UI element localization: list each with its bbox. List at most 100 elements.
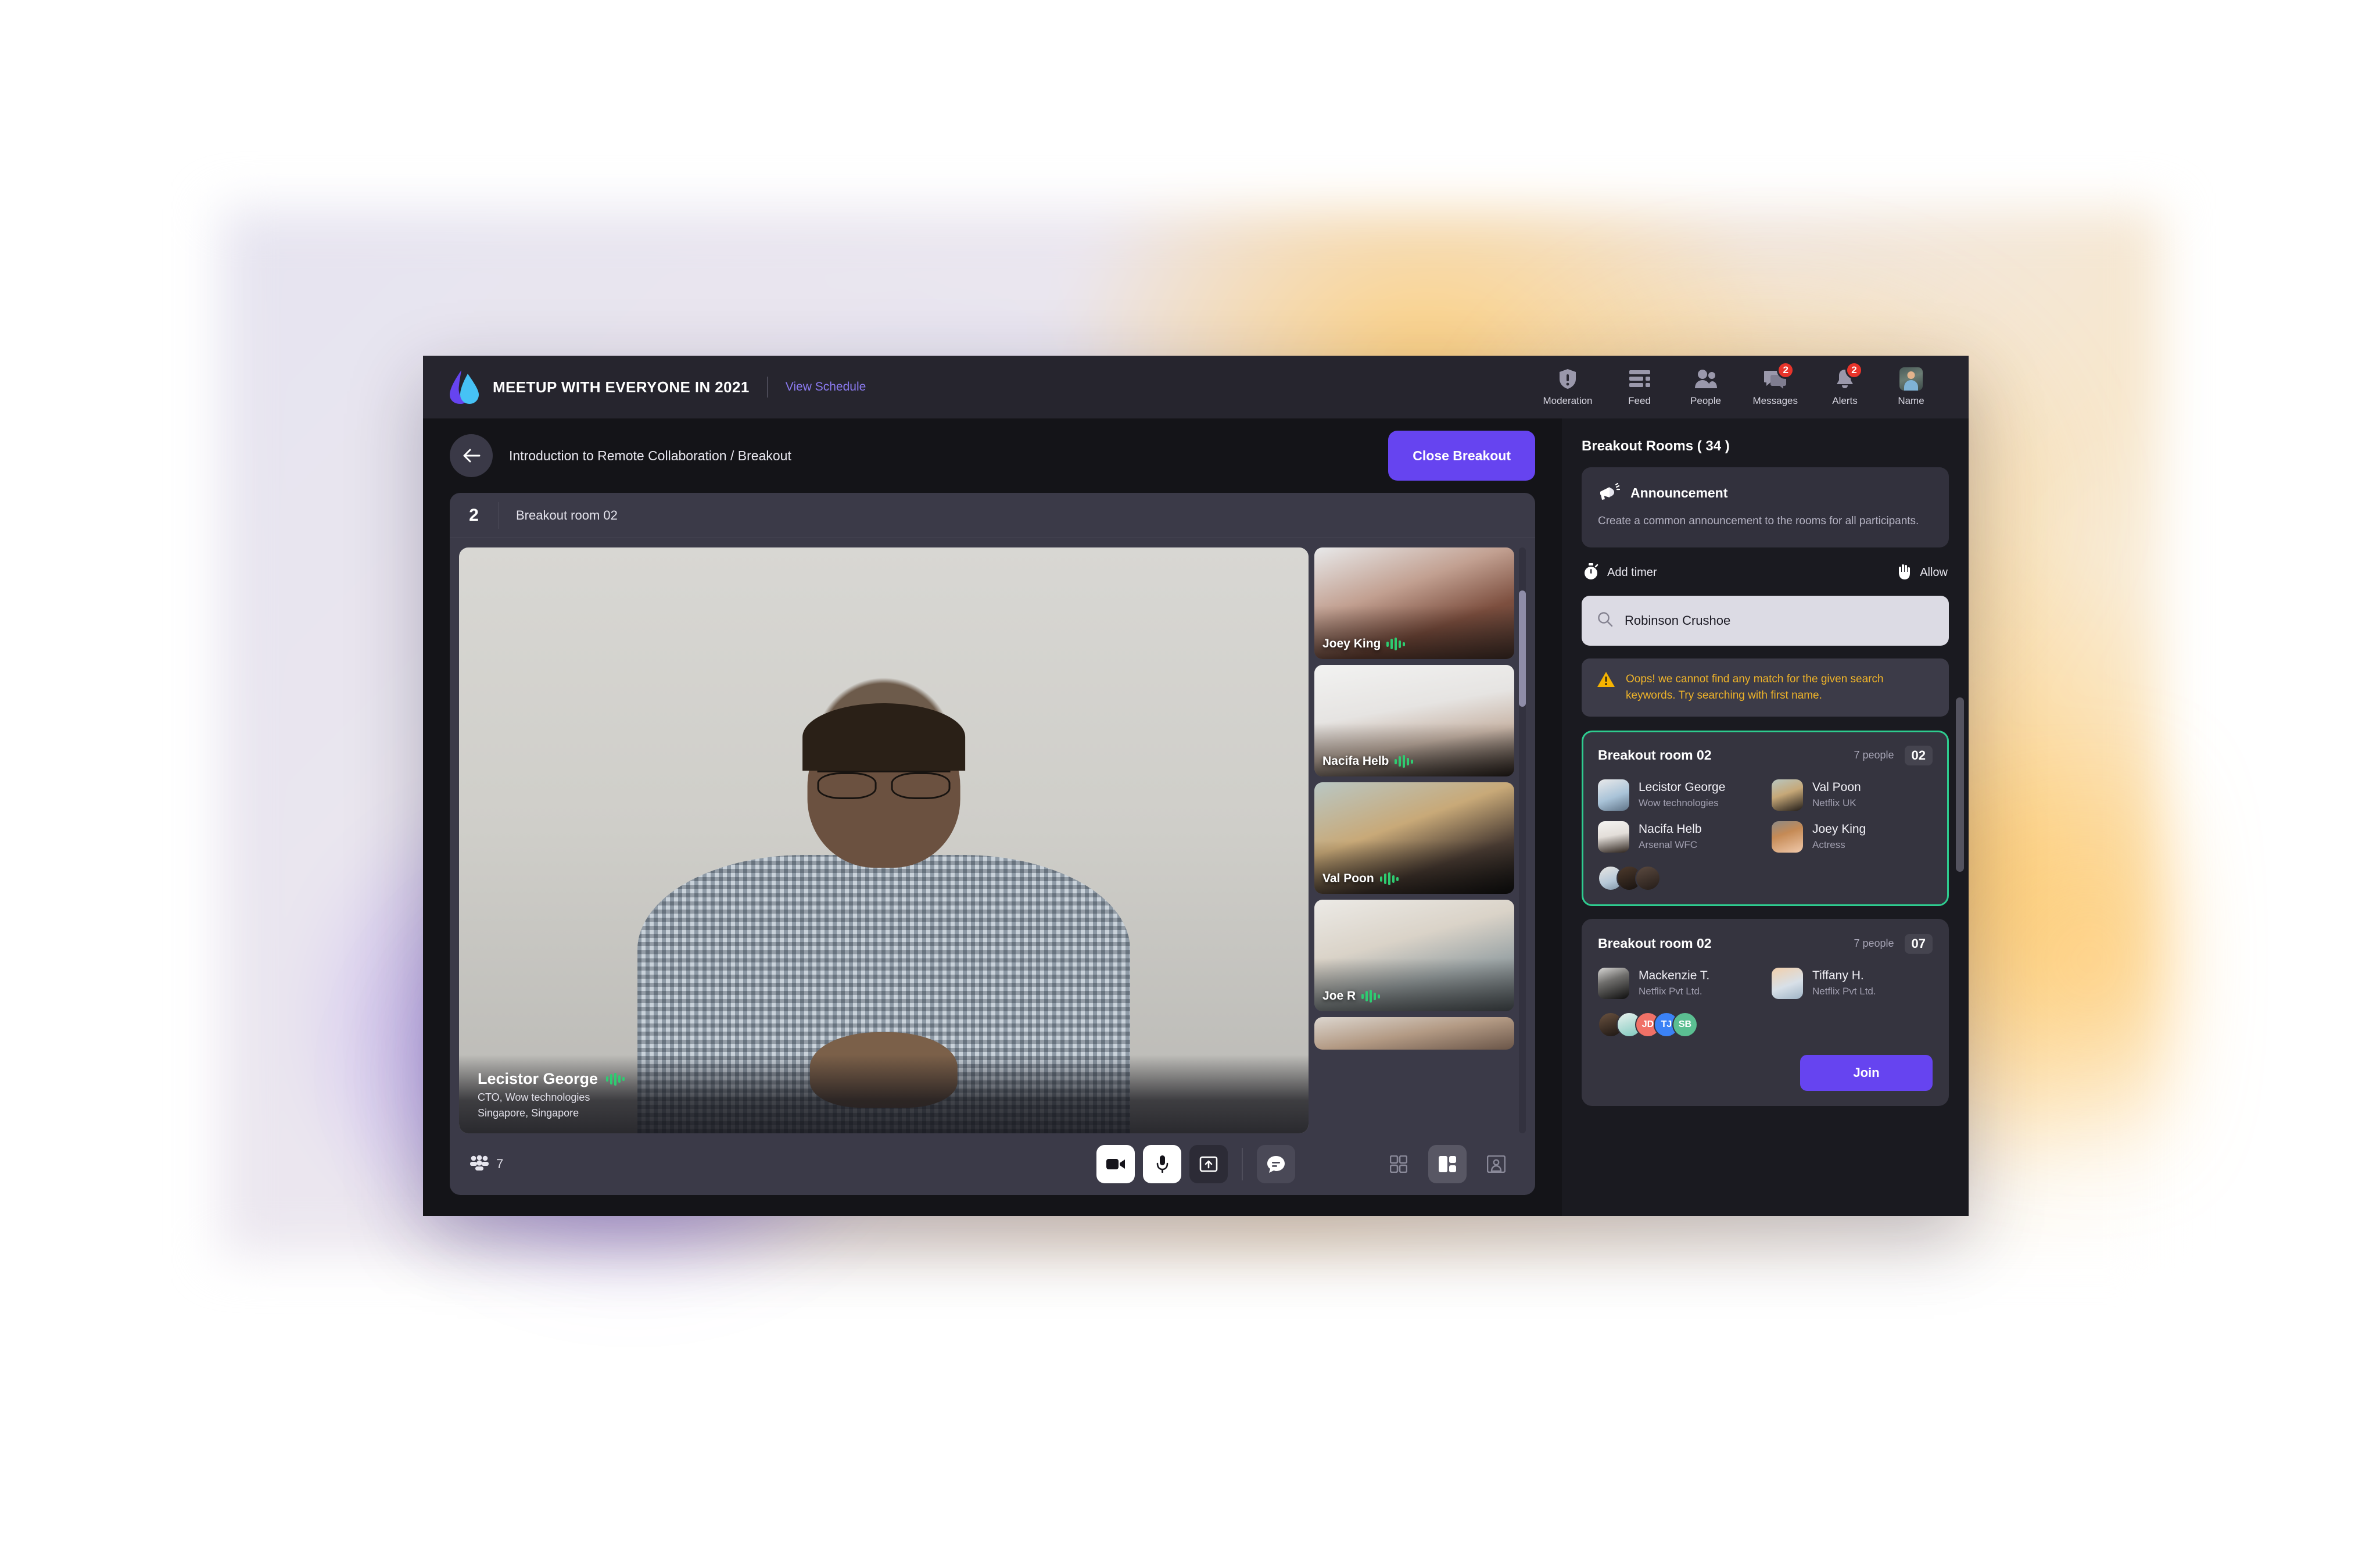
participant-count-value: 7 (496, 1157, 504, 1171)
nav-item-profile[interactable]: Name (1892, 367, 1930, 407)
sidebar-scrollbar-thumb[interactable] (1956, 697, 1964, 872)
app-logo-icon (449, 369, 480, 405)
audio-level-icon (1395, 755, 1414, 768)
breakout-room-card[interactable]: Breakout room 02 7 people 07 Mackenzie T… (1582, 918, 1949, 1106)
allow-hand-button[interactable]: Allow (1897, 563, 1948, 583)
share-screen-button[interactable] (1189, 1145, 1228, 1183)
stage-title: Breakout room 02 (516, 507, 618, 522)
camera-toggle-button[interactable] (1096, 1145, 1135, 1183)
nav-item-feed[interactable]: Feed (1621, 367, 1659, 407)
room-title: Breakout room 02 (1598, 747, 1712, 763)
media-controls-bar: 7 (450, 1133, 1535, 1195)
search-input[interactable] (1625, 613, 1934, 628)
app-body: Introduction to Remote Collaboration / B… (423, 418, 1969, 1216)
filmstrip-scrollbar[interactable] (1519, 547, 1526, 1133)
search-icon (1597, 611, 1613, 630)
member-name: Nacifa Helb (1639, 822, 1702, 836)
grid-view-icon (1390, 1155, 1407, 1173)
filmstrip-tile[interactable]: Val Poon (1314, 782, 1514, 894)
back-button[interactable] (450, 434, 493, 477)
announcement-text: Create a common announcement to the room… (1598, 515, 1919, 527)
avatar (1899, 367, 1923, 391)
nav-label: Moderation (1543, 395, 1593, 406)
timer-row: Add timer Allow (1583, 563, 1948, 583)
close-breakout-button[interactable]: Close Breakout (1388, 431, 1535, 481)
raised-hand-icon (1897, 563, 1912, 583)
warning-triangle-icon (1597, 671, 1615, 690)
nav-item-people[interactable]: People (1687, 367, 1725, 407)
add-timer-button[interactable]: Add timer (1583, 563, 1657, 583)
microphone-icon (1156, 1155, 1169, 1173)
room-people-count: 7 people (1854, 937, 1894, 950)
speaker-role: CTO, Wow technologies (478, 1091, 590, 1103)
nav-label: Feed (1628, 395, 1651, 406)
tile-name: Joey King (1322, 637, 1381, 650)
avatar (1772, 967, 1803, 999)
member-name: Val Poon (1812, 781, 1861, 794)
room-member[interactable]: Nacifa Helb Arsenal WFC (1598, 821, 1759, 853)
stage-number: 2 (450, 502, 499, 529)
member-org: Actress (1812, 839, 1845, 851)
participant-count[interactable]: 7 (469, 1155, 503, 1173)
room-member[interactable]: Lecistor George Wow technologies (1598, 779, 1759, 811)
nav-item-alerts[interactable]: 2 Alerts (1826, 361, 1864, 407)
member-org: Arsenal WFC (1639, 839, 1698, 851)
breakout-rooms-sidebar: Breakout Rooms ( 34 ) Announcement Creat… (1562, 418, 1969, 1216)
announcement-title: Announcement (1630, 485, 1728, 500)
avatar (1598, 967, 1629, 999)
extra-participants-stack[interactable] (1598, 865, 1933, 891)
main-speaker-video[interactable]: Lecistor George CTO, Wow technologies Si… (459, 547, 1309, 1133)
join-room-button[interactable]: Join (1800, 1054, 1933, 1091)
split-view-button[interactable] (1428, 1145, 1467, 1183)
nav-actions: Moderation Feed People 2 Messages 2 Aler… (1543, 361, 1930, 407)
member-org: Netflix Pvt Ltd. (1639, 986, 1702, 997)
allow-label: Allow (1920, 565, 1948, 579)
audio-level-icon (1361, 990, 1381, 1003)
filmstrip-scrollbar-thumb[interactable] (1519, 590, 1526, 707)
view-schedule-link[interactable]: View Schedule (786, 380, 866, 394)
avatar (1598, 821, 1629, 853)
member-name: Mackenzie T. (1639, 969, 1710, 983)
member-org: Netflix Pvt Ltd. (1812, 986, 1876, 997)
microphone-toggle-button[interactable] (1143, 1145, 1181, 1183)
room-people-count: 7 people (1854, 749, 1894, 761)
filmstrip-tile[interactable]: Joe R (1314, 900, 1514, 1011)
announcement-card[interactable]: Announcement Create a common announcemen… (1582, 467, 1949, 547)
room-member[interactable]: Val Poon Netflix UK (1772, 779, 1933, 811)
breakout-room-card[interactable]: Breakout room 02 7 people 02 Lecistor Ge… (1582, 730, 1949, 906)
nav-label: People (1690, 395, 1721, 406)
grid-view-button[interactable] (1379, 1145, 1418, 1183)
room-member[interactable]: Mackenzie T. Netflix Pvt Ltd. (1598, 967, 1759, 999)
nav-label: Messages (1752, 395, 1798, 406)
tile-name: Joe R (1322, 989, 1356, 1003)
extra-participants-stack[interactable]: JD TJ SB (1598, 1011, 1933, 1037)
speaker-view-button[interactable] (1477, 1145, 1515, 1183)
stage-body: Lecistor George CTO, Wow technologies Si… (450, 538, 1535, 1133)
breadcrumb: Introduction to Remote Collaboration / B… (509, 448, 791, 463)
room-index: 02 (1904, 745, 1933, 765)
nav-item-moderation[interactable]: Moderation (1543, 367, 1593, 407)
filmstrip-tile-partial[interactable] (1314, 1017, 1514, 1050)
stage-card: 2 Breakout room 02 Lecistor George CTO, … (450, 493, 1535, 1195)
split-view-icon (1439, 1156, 1456, 1172)
brand-title: MEETUP WITH EVERYONE IN 2021 (493, 378, 750, 396)
room-index: 07 (1904, 933, 1933, 954)
search-warning-text: Oops! we cannot find any match for the g… (1626, 672, 1884, 701)
avatar (1598, 779, 1629, 811)
filmstrip-tile[interactable]: Nacifa Helb (1314, 665, 1514, 776)
filmstrip-tile[interactable]: Joey King (1314, 547, 1514, 659)
brand[interactable]: MEETUP WITH EVERYONE IN 2021 (449, 369, 750, 405)
search-box[interactable] (1582, 595, 1949, 646)
room-member[interactable]: Tiffany H. Netflix Pvt Ltd. (1772, 967, 1933, 999)
avatar (1635, 865, 1661, 891)
breadcrumb-bar: Introduction to Remote Collaboration / B… (423, 418, 1562, 493)
sidebar-title: Breakout Rooms ( 34 ) (1582, 438, 1730, 454)
search-warning: Oops! we cannot find any match for the g… (1582, 658, 1949, 717)
people-group-icon (469, 1155, 489, 1173)
room-member[interactable]: Joey King Actress (1772, 821, 1933, 853)
app-window: MEETUP WITH EVERYONE IN 2021 View Schedu… (423, 356, 1969, 1216)
chat-button[interactable] (1257, 1145, 1295, 1183)
primary-controls (1096, 1145, 1295, 1183)
member-org: Netflix UK (1812, 797, 1856, 809)
nav-item-messages[interactable]: 2 Messages (1752, 361, 1798, 407)
